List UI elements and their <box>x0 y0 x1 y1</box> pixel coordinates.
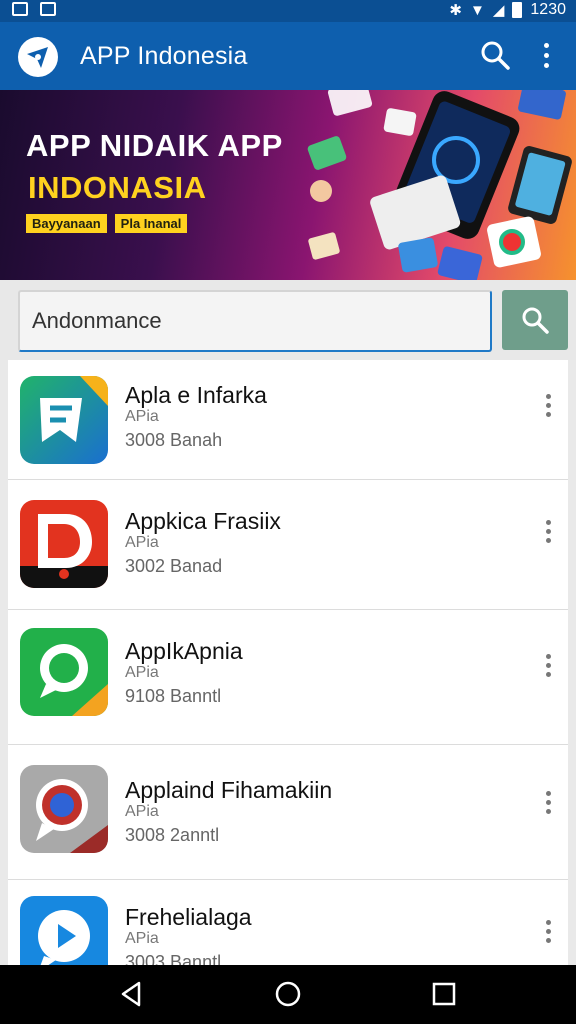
more-options-icon[interactable] <box>540 787 556 817</box>
app-icon <box>20 628 108 716</box>
back-icon[interactable] <box>117 979 147 1009</box>
more-options-icon[interactable] <box>540 390 556 420</box>
app-stat: 3002 Banad <box>125 556 223 576</box>
status-bar: ✱ ▼ ◢ 1230 <box>0 0 576 22</box>
app-stat: 3008 Banah <box>125 430 223 450</box>
app-name: AppIkApnia <box>125 638 243 664</box>
more-options-icon[interactable] <box>540 650 556 680</box>
app-developer: APia <box>125 803 159 820</box>
banner-tag: Pla Inanal <box>114 214 188 233</box>
app-developer: APia <box>125 930 159 947</box>
app-icon <box>20 500 108 588</box>
app-stat: 9108 Banntl <box>125 686 222 706</box>
list-item[interactable]: Frehelialaga APia 3003 Banntl <box>8 880 568 965</box>
app-list: Apla e Infarka APia 3008 Banah Appkica F… <box>8 360 568 965</box>
app-icon <box>20 376 108 464</box>
list-item[interactable]: Appkica Frasiix APia 3002 Banad <box>8 480 568 610</box>
bluetooth-icon: ✱ <box>449 2 462 19</box>
list-item[interactable]: Applaind Fihamakiin APia 3008 2anntl <box>8 745 568 880</box>
recents-icon[interactable] <box>429 979 459 1009</box>
search-row <box>0 280 576 360</box>
app-name: Frehelialaga <box>125 904 252 930</box>
more-options-icon[interactable] <box>540 516 556 546</box>
banner-headline: APP NIDAIK APP <box>26 128 283 163</box>
more-options-icon[interactable] <box>540 916 556 946</box>
app-stat: 3008 2anntl <box>125 825 220 845</box>
list-item[interactable]: AppIkApnia APia 9108 Banntl <box>8 610 568 745</box>
banner-tag: Bayyanaan <box>26 214 107 233</box>
list-item[interactable]: Apla e Infarka APia 3008 Banah <box>8 360 568 480</box>
app-icon <box>20 765 108 853</box>
app-stat: 3003 Banntl <box>125 952 222 965</box>
app-name: Appkica Frasiix <box>125 508 281 534</box>
overflow-menu-icon[interactable] <box>534 38 558 72</box>
app-icon <box>20 896 108 965</box>
signal-icon: ◢ <box>492 2 505 19</box>
app-logo-icon[interactable] <box>18 37 58 77</box>
app-bar: APP Indonesia <box>0 22 576 90</box>
app-developer: APia <box>125 664 159 681</box>
image-notification-icon <box>40 2 56 16</box>
app-name: Apla e Infarka <box>125 382 267 408</box>
phone-illustration-icon <box>307 90 572 280</box>
system-nav-bar <box>0 965 576 1024</box>
search-action-icon[interactable] <box>478 38 512 72</box>
search-input[interactable] <box>18 290 492 352</box>
notification-icon <box>12 2 28 16</box>
home-icon[interactable] <box>273 979 303 1009</box>
status-time: 1230 <box>530 1 566 18</box>
search-icon <box>522 307 549 334</box>
app-name: Applaind Fihamakiin <box>125 777 333 803</box>
promo-banner[interactable]: APP NIDAIK APP INDONASIA Bayyanaan Pla I… <box>0 90 576 280</box>
app-developer: APia <box>125 534 159 551</box>
battery-icon <box>512 2 523 18</box>
app-title: APP Indonesia <box>80 42 248 70</box>
banner-subheadline: INDONASIA <box>28 170 207 205</box>
wifi-icon: ▼ <box>470 1 485 19</box>
app-developer: APia <box>125 408 159 425</box>
search-button[interactable] <box>502 290 568 350</box>
